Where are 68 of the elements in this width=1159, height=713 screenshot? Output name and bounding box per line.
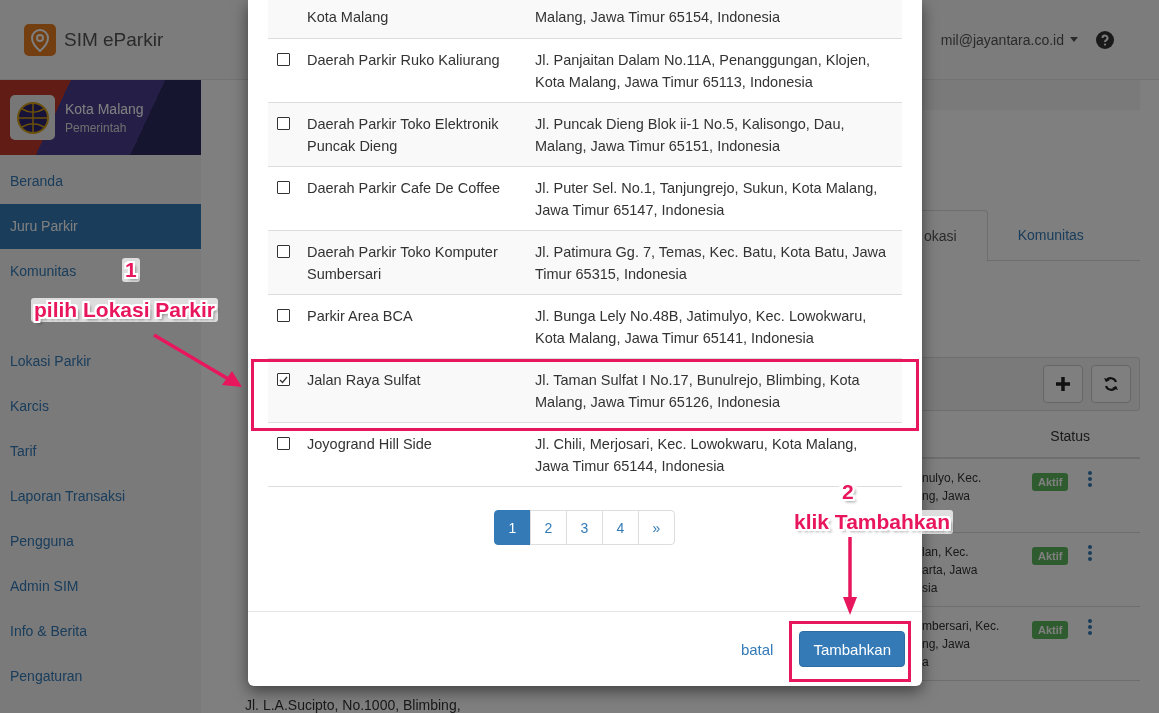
step-instruction: pilih Lokasi Parkir: [31, 298, 218, 322]
checkbox[interactable]: [277, 437, 290, 450]
location-name: Daerah Parkir Cafe De Coffee: [307, 179, 502, 198]
location-name: Joyogrand Hill Side: [307, 435, 433, 454]
sidebar-item[interactable]: Pengaturan: [0, 654, 83, 699]
profile-name: Kota Malang: [65, 100, 144, 117]
location-name: Daerah Parkir Toko Elektronik Puncak Dieng: [307, 115, 500, 156]
checkbox[interactable]: [277, 117, 290, 130]
cancel-link[interactable]: batal: [740, 640, 774, 658]
caret-icon: [1070, 37, 1078, 42]
location-address: Malang, Jawa Timur 65154, Indonesia: [535, 8, 782, 27]
tab[interactable]: okasi: [922, 210, 988, 262]
location-address: Jl. Panjaitan Dalam No.11A, Penanggungan, Klojen, Kota Malang, Jawa Timur 65113, Indonesia: [535, 51, 872, 92]
checkbox[interactable]: [277, 245, 290, 258]
profile-role: Pemerintah: [65, 120, 128, 135]
add-button[interactable]: [1043, 365, 1083, 403]
sidebar-item[interactable]: Pengguna: [0, 519, 74, 564]
sidebar-item[interactable]: Laporan Transaksi: [0, 474, 126, 519]
sidebar-item[interactable]: Beranda: [0, 159, 63, 204]
sidebar-item[interactable]: Karcis: [0, 384, 49, 429]
location-name: Jalan Raya Sulfat: [307, 371, 422, 390]
page-link[interactable]: 4: [602, 510, 639, 545]
help-icon[interactable]: [1096, 30, 1114, 49]
address-cell-text: nulyo, Kec. ng, Jawa: [922, 470, 983, 505]
checkbox[interactable]: [277, 53, 290, 66]
page-link[interactable]: 3: [566, 510, 603, 545]
sidebar-item[interactable]: Info & Berita: [0, 609, 88, 654]
app-name: SIM eParkir: [64, 28, 164, 51]
location-name: Kota Malang: [307, 8, 390, 27]
sidebar-item[interactable]: Tarif: [0, 429, 37, 474]
agency-logo-icon: [10, 95, 55, 140]
location-address: Jl. Puter Sel. No.1, Tanjungrejo, Sukun, Kota Malang, Jawa Timur 65147, Indonesia: [535, 179, 879, 220]
address-cell-text: lan, Kec. arta, Jawa sia: [922, 544, 979, 597]
page-link[interactable]: 2: [530, 510, 567, 545]
refresh-button[interactable]: [1091, 365, 1131, 403]
refresh-icon: [1103, 376, 1119, 392]
sidebar-item[interactable]: Komunitas: [0, 249, 77, 294]
status-badge: Aktif: [1032, 547, 1069, 565]
status-badge: Aktif: [1032, 621, 1069, 639]
sidebar-item[interactable]: Lokasi Parkir: [0, 339, 91, 384]
location-address: Jl. Puncak Dieng Blok ii-1 No.5, Kalisongo, Dau, Malang, Jawa Timur 65151, Indonesia: [535, 115, 846, 156]
location-name: Parkir Area BCA: [307, 307, 414, 326]
location-address: Jl. Bunga Lely No.48B, Jatimulyo, Kec. Lowokwaru, Kota Malang, Jawa Timur 65141, Indonesia: [535, 307, 868, 348]
location-address: Jl. Taman Sulfat I No.17, Bunulrejo, Blimbing, Kota Malang, Jawa Timur 65126, Indonesia: [535, 371, 861, 412]
step-number: 1: [122, 258, 140, 282]
more-options-icon[interactable]: [1088, 619, 1093, 635]
checkbox[interactable]: [277, 309, 290, 322]
more-options-icon[interactable]: [1088, 471, 1093, 487]
address-cell-text: mbersari, Kec. ng, Jawa a: [922, 618, 1001, 671]
sidebar-item[interactable]: Admin SIM: [0, 564, 79, 609]
user-menu[interactable]: mil@jayantara.co.id: [940, 31, 1078, 48]
submit-button[interactable]: Tambahkan: [799, 631, 905, 667]
sidebar-item[interactable]: Juru Parkir: [0, 204, 201, 249]
plus-icon: [1055, 376, 1071, 392]
status-badge: Aktif: [1032, 473, 1069, 491]
app-logo-icon: [24, 23, 56, 56]
address-text: Jl. L.A.Sucipto, No.1000, Blimbing,: [245, 697, 462, 713]
tab[interactable]: Komunitas: [987, 210, 1106, 260]
more-options-icon[interactable]: [1088, 545, 1093, 561]
column-header: Status: [1050, 428, 1090, 444]
location-name: Daerah Parkir Ruko Kaliurang: [307, 51, 501, 70]
next-page-link[interactable]: »: [638, 510, 675, 545]
location-name: Daerah Parkir Toko Komputer Sumbersari: [307, 243, 499, 284]
checkbox[interactable]: [277, 373, 290, 386]
checkbox[interactable]: [277, 181, 290, 194]
location-address: Jl. Chili, Merjosari, Kec. Lowokwaru, Kota Malang, Jawa Timur 65144, Indonesia: [535, 435, 859, 476]
page-link[interactable]: 1: [494, 510, 531, 545]
location-address: Jl. Patimura Gg. 7, Temas, Kec. Batu, Kota Batu, Jawa Timur 65315, Indonesia: [535, 243, 888, 284]
